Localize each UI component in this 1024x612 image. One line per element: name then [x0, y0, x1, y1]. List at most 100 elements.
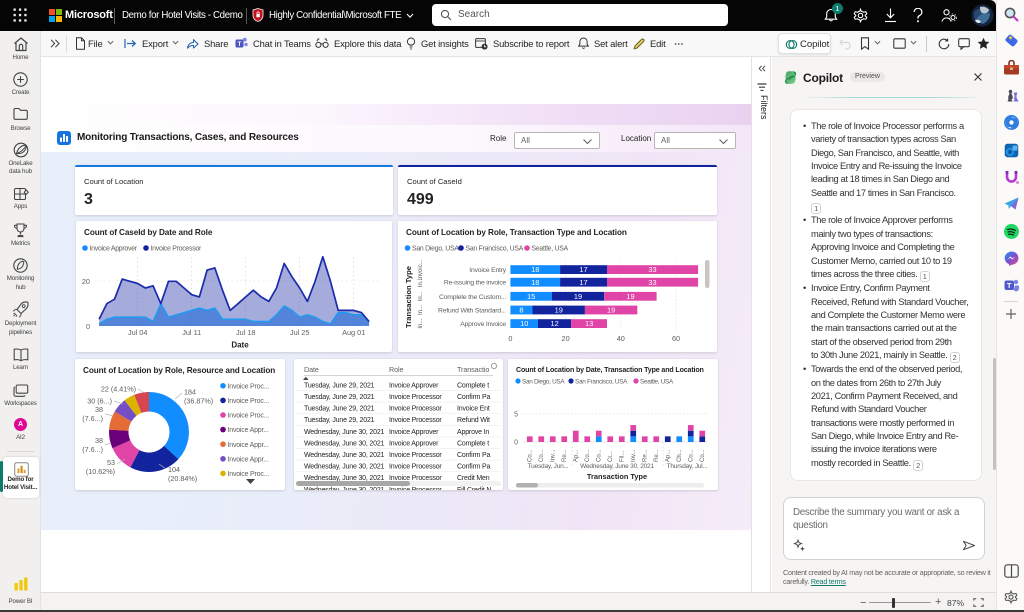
svg-text:18: 18 [531, 278, 539, 287]
svg-text:40: 40 [617, 334, 625, 343]
svg-text:Re...: Re... [654, 449, 660, 462]
svg-text:Ap...: Ap... [665, 449, 671, 462]
svg-text:T: T [1007, 281, 1012, 290]
svg-text:Wednesday, June 30, 2021: Wednesday, June 30, 2021 [304, 429, 385, 436]
svg-text:Tuesday, June 29, 2021: Tuesday, June 29, 2021 [304, 406, 375, 413]
svg-text:Invoice Approver: Invoice Approver [389, 429, 439, 436]
svg-text:Fil...: Fil... [619, 450, 625, 462]
svg-text:Co...: Co... [585, 449, 591, 462]
svg-text:(7.6...): (7.6...) [82, 414, 103, 423]
svg-text:12: 12 [550, 319, 558, 328]
svg-text:In...: In... [418, 277, 424, 287]
svg-text:(36.87%): (36.87%) [184, 397, 213, 406]
svg-text:Invoice Proc...: Invoice Proc... [228, 398, 270, 405]
svg-text:Invoice Approver: Invoice Approver [389, 440, 439, 447]
svg-text:Transactio: Transactio [457, 365, 489, 374]
svg-text:Complete t: Complete t [457, 440, 489, 447]
svg-text:Invoice Processor: Invoice Processor [389, 487, 442, 490]
svg-text:San Francisco, USA: San Francisco, USA [466, 246, 524, 253]
svg-text:San Diego, USA: San Diego, USA [522, 379, 565, 386]
svg-text:19: 19 [555, 306, 563, 315]
svg-text:Co...: Co... [527, 449, 533, 462]
svg-text:(7.6...): (7.6...) [82, 445, 103, 454]
svg-text:13: 13 [585, 319, 593, 328]
svg-text:10: 10 [520, 319, 528, 328]
svg-text:Co...: Co... [700, 449, 706, 462]
svg-text:17: 17 [579, 265, 587, 274]
svg-text:19: 19 [626, 292, 634, 301]
svg-text:Tuesday, June 29, 2021: Tuesday, June 29, 2021 [304, 417, 375, 424]
svg-text:Invoice Processor: Invoice Processor [389, 417, 442, 424]
svg-text:Co...: Co... [539, 449, 545, 462]
svg-text:Transaction Type: Transaction Type [587, 472, 647, 481]
svg-text:15: 15 [527, 292, 535, 301]
svg-text:Invoice Processor: Invoice Processor [389, 394, 442, 401]
svg-text:Confirm Pa: Confirm Pa [457, 394, 490, 401]
svg-text:Jul 11: Jul 11 [182, 328, 201, 337]
svg-text:Refund With Standard...: Refund With Standard... [438, 308, 506, 315]
svg-text:Complete t: Complete t [457, 382, 489, 389]
svg-text:104: 104 [168, 465, 180, 474]
svg-text:Seattle, USA: Seattle, USA [640, 379, 674, 386]
svg-text:38: 38 [95, 405, 103, 414]
svg-text:(10.62%): (10.62%) [86, 467, 115, 476]
svg-text:Ap...: Ap... [573, 449, 579, 462]
svg-text:Approve Invoice: Approve Invoice [460, 321, 506, 328]
svg-text:Invoice Processor: Invoice Processor [151, 246, 203, 253]
svg-text:In...: In... [418, 305, 424, 315]
svg-text:In...: In... [418, 318, 424, 328]
svg-text:17: 17 [579, 278, 587, 287]
svg-text:0: 0 [86, 322, 90, 331]
svg-text:Cr...: Cr... [608, 451, 614, 462]
svg-text:Co...: Co... [688, 449, 694, 462]
svg-text:5: 5 [514, 411, 518, 418]
svg-text:Wednesday, June 30, 2021: Wednesday, June 30, 2021 [304, 440, 385, 447]
svg-text:Role: Role [389, 365, 403, 374]
svg-text:Re...: Re... [642, 449, 648, 462]
svg-text:18: 18 [531, 265, 539, 274]
svg-text:Date: Date [304, 365, 319, 374]
svg-text:Confirm Pa: Confirm Pa [457, 464, 490, 471]
svg-text:Thursday, Jul...: Thursday, Jul... [667, 463, 708, 470]
svg-text:Tuesday, June 29, 2021: Tuesday, June 29, 2021 [304, 382, 375, 389]
svg-text:20: 20 [562, 334, 570, 343]
svg-text:San Francisco, USA: San Francisco, USA [575, 379, 628, 386]
svg-text:Complete the Custom...: Complete the Custom... [439, 294, 506, 301]
svg-text:Tuesday, Jun...: Tuesday, Jun... [528, 463, 569, 470]
svg-text:(20.84%): (20.84%) [168, 474, 197, 483]
svg-text:Invoice Approver: Invoice Approver [90, 246, 138, 253]
svg-text:In...: In... [418, 291, 424, 301]
svg-text:Ch...: Ch... [677, 449, 683, 462]
svg-text:Date: Date [231, 341, 249, 350]
svg-text:Invoice Processor: Invoice Processor [389, 406, 442, 413]
svg-text:Jul 04: Jul 04 [128, 328, 147, 337]
svg-text:Invoice Proc...: Invoice Proc... [228, 413, 270, 420]
svg-text:Jul 25: Jul 25 [290, 328, 309, 337]
svg-text:Invoice Appr...: Invoice Appr... [228, 442, 269, 449]
svg-text:19: 19 [607, 306, 615, 315]
svg-text:8: 8 [519, 306, 523, 315]
svg-text:Invoice Ent: Invoice Ent [457, 406, 490, 413]
svg-text:20: 20 [82, 277, 90, 286]
svg-text:Invoice Appr...: Invoice Appr... [228, 456, 269, 463]
svg-text:Refund Wit: Refund Wit [457, 417, 490, 424]
svg-text:T: T [237, 41, 241, 48]
svg-text:Re...: Re... [562, 449, 568, 462]
svg-text:Confirm Pa: Confirm Pa [457, 452, 490, 459]
svg-text:Re-issuing the invoice: Re-issuing the invoice [444, 280, 507, 287]
svg-text:Invoic...: Invoic... [418, 259, 424, 280]
svg-text:22 (4.41%): 22 (4.41%) [101, 385, 136, 394]
svg-text:0: 0 [508, 334, 512, 343]
svg-text:184: 184 [184, 388, 196, 397]
svg-text:0: 0 [514, 440, 518, 447]
svg-text:33: 33 [648, 265, 656, 274]
svg-text:Co...: Co... [596, 449, 602, 462]
svg-text:Jul 18: Jul 18 [236, 328, 255, 337]
svg-text:San Diego, USA: San Diego, USA [412, 246, 459, 253]
svg-text:Aug 01: Aug 01 [342, 328, 365, 337]
svg-text:38: 38 [95, 436, 103, 445]
svg-text:Wednesday, June 30, 2021: Wednesday, June 30, 2021 [304, 464, 385, 471]
svg-text:Wednesday, June 30, 2021: Wednesday, June 30, 2021 [304, 487, 385, 490]
svg-text:Transaction Type: Transaction Type [404, 266, 413, 328]
svg-text:Invoice Appr...: Invoice Appr... [228, 427, 269, 434]
